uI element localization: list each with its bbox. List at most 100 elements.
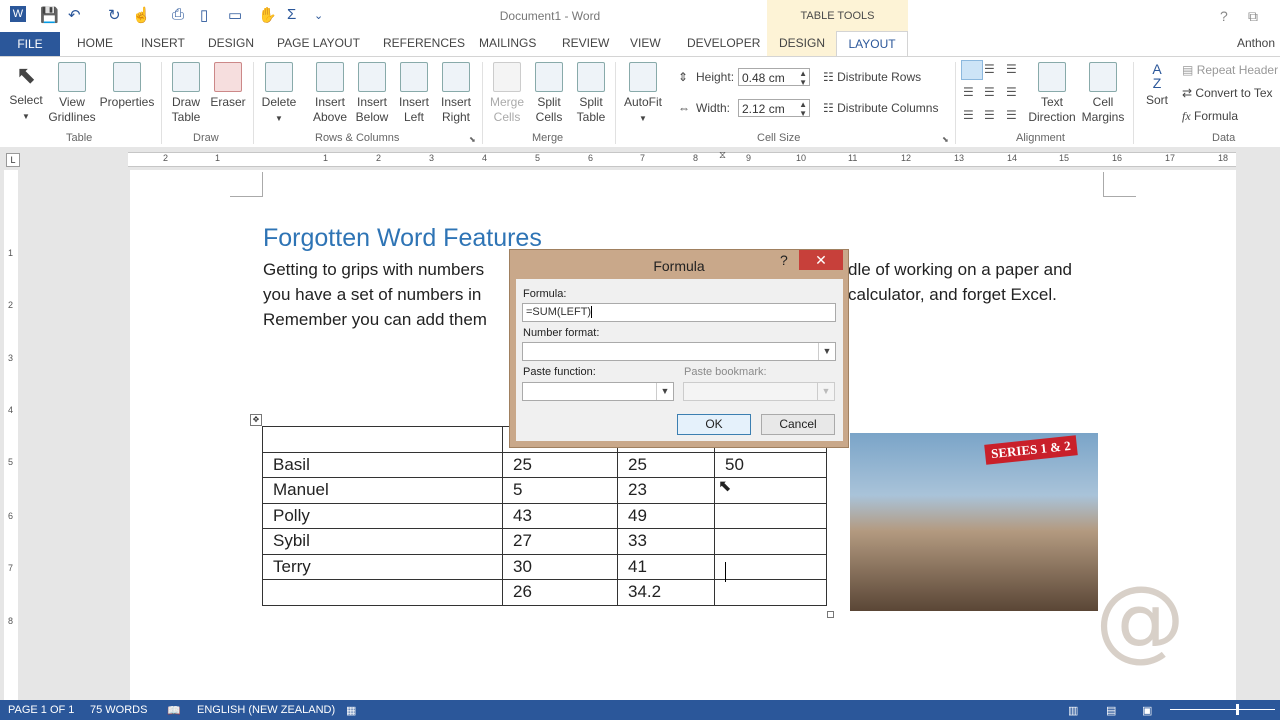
spinner-arrows-icon[interactable]: ▲ ▼	[799, 69, 807, 87]
tab-references[interactable]: REFERENCES	[383, 36, 465, 50]
paste-bookmark-select[interactable]: ▼	[683, 382, 835, 401]
height-spinner[interactable]: 0.48 cm ▲ ▼	[738, 68, 810, 87]
merge-cells-button[interactable]: Merge Cells	[486, 62, 528, 125]
web-layout-icon[interactable]: ▣	[1142, 704, 1152, 717]
split-table-button[interactable]: Split Table	[570, 62, 612, 125]
chevron-down-icon[interactable]: ▼	[817, 383, 834, 400]
body-text-line[interactable]: calculator, and forget Excel.	[848, 285, 1057, 305]
horizontal-ruler[interactable]	[128, 152, 1236, 167]
touch-icon[interactable]: ☝	[132, 6, 151, 24]
body-text-line[interactable]: Getting to grips with numbers	[263, 260, 484, 280]
table-cell[interactable]: 50	[714, 451, 827, 478]
insert-left-button[interactable]: Insert Left	[392, 62, 436, 125]
spinner-arrows-icon[interactable]: ▲ ▼	[799, 100, 807, 118]
word-count-status[interactable]: 75 WORDS	[90, 704, 147, 716]
align-bottom-left-button[interactable]: ☰	[963, 108, 974, 122]
dialog-close-button[interactable]: ✕	[799, 250, 843, 270]
tab-view[interactable]: VIEW	[630, 36, 661, 50]
language-status[interactable]: ENGLISH (NEW ZEALAND)	[197, 704, 335, 716]
undo-icon[interactable]: ↶	[68, 6, 81, 24]
dialog-launcher-icon[interactable]: ⬊	[942, 135, 949, 144]
table-cell[interactable]	[714, 553, 827, 580]
zoom-slider-thumb[interactable]	[1236, 704, 1239, 715]
autofit-button[interactable]: AutoFit ▼	[620, 62, 666, 126]
table-resize-handle[interactable]	[827, 611, 834, 618]
delete-button[interactable]: Delete ▼	[258, 62, 300, 126]
align-top-center-button[interactable]: ☰	[984, 62, 995, 76]
tab-developer[interactable]: DEVELOPER	[687, 36, 760, 50]
indent-marker-icon[interactable]: ⧖	[719, 150, 726, 161]
table-cell[interactable]: 25	[617, 451, 715, 478]
redo-icon[interactable]: ↻	[108, 6, 121, 24]
number-format-select[interactable]: ▼	[522, 342, 836, 361]
page-count-status[interactable]: PAGE 1 OF 1	[8, 704, 74, 716]
table-cell[interactable]: 5	[502, 477, 618, 504]
dialog-help-button[interactable]: ?	[780, 252, 788, 268]
table-cell[interactable]: 33	[617, 528, 715, 555]
paste-function-select[interactable]: ▼	[522, 382, 674, 401]
convert-to-text-button[interactable]: ⇄ Convert to Tex	[1182, 86, 1273, 100]
data-table[interactable]: Basil 25 25 50 Manuel 5 23 Polly 43 49 S…	[262, 426, 827, 606]
table-cell[interactable]: Basil	[262, 451, 503, 478]
table-cell[interactable]: 30	[502, 553, 618, 580]
formula-button[interactable]: fx Formula	[1182, 109, 1238, 124]
insert-below-button[interactable]: Insert Below	[350, 62, 394, 125]
document-heading[interactable]: Forgotten Word Features	[263, 224, 542, 253]
table-cell[interactable]	[714, 579, 827, 606]
save-icon[interactable]: 💾	[40, 6, 59, 24]
eraser-button[interactable]: Eraser	[208, 62, 248, 110]
sum-icon[interactable]: Σ	[287, 6, 296, 23]
body-text-line[interactable]: Remember you can add them	[263, 310, 487, 330]
formula-input[interactable]: =SUM(LEFT)	[522, 303, 836, 322]
table-cell[interactable]: 41	[617, 553, 715, 580]
sort-button[interactable]: AZ Sort	[1140, 62, 1174, 108]
tab-table-layout[interactable]: LAYOUT	[836, 31, 908, 57]
tab-mailings[interactable]: MAILINGS	[479, 36, 536, 50]
help-button[interactable]: ?	[1220, 8, 1228, 24]
dialog-launcher-icon[interactable]: ⬊	[469, 135, 476, 144]
repeat-header-rows-button[interactable]: ▤ Repeat Header	[1182, 63, 1278, 77]
align-center-left-button[interactable]: ☰	[963, 85, 974, 99]
table-cell[interactable]	[262, 579, 503, 606]
distribute-columns-button[interactable]: ☷ Distribute Columns	[823, 101, 938, 115]
table-cell[interactable]: 23	[617, 477, 715, 504]
print-icon[interactable]: ⎙	[172, 6, 184, 23]
tab-design[interactable]: DESIGN	[208, 36, 254, 50]
word-app-icon[interactable]: W	[10, 6, 26, 22]
table-cell[interactable]	[714, 502, 827, 529]
inserted-photo[interactable]	[850, 433, 1098, 611]
split-cells-button[interactable]: Split Cells	[528, 62, 570, 125]
table-move-handle-icon[interactable]: ✥	[250, 414, 262, 426]
cancel-button[interactable]: Cancel	[761, 414, 835, 435]
table-cell[interactable]: 25	[502, 451, 618, 478]
select-button[interactable]: ⬉ Select ▼	[6, 62, 46, 124]
insert-above-button[interactable]: Insert Above	[308, 62, 352, 125]
table-cell[interactable]: Polly	[262, 502, 503, 529]
text-direction-button[interactable]: Text Direction	[1026, 62, 1078, 125]
table-cell[interactable]: 27	[502, 528, 618, 555]
align-top-left-button[interactable]	[961, 60, 983, 80]
tab-table-design[interactable]: DESIGN	[779, 36, 825, 50]
tab-insert[interactable]: INSERT	[141, 36, 185, 50]
table-cell[interactable]: 43	[502, 502, 618, 529]
table-cell[interactable]: 34.2	[617, 579, 715, 606]
customize-quick-access-icon[interactable]: ⌄	[314, 9, 323, 22]
align-bottom-right-button[interactable]: ☰	[1006, 108, 1017, 122]
macro-record-icon[interactable]: ▦	[346, 704, 356, 717]
body-text-line[interactable]: you have a set of numbers in	[263, 285, 481, 305]
chevron-down-icon[interactable]: ▼	[818, 343, 835, 360]
table-cell[interactable]: Manuel	[262, 477, 503, 504]
tab-home[interactable]: HOME	[77, 36, 113, 50]
print-layout-icon[interactable]: ▤	[1106, 704, 1116, 717]
new-doc-icon[interactable]: ▯	[200, 6, 208, 24]
view-gridlines-button[interactable]: View Gridlines	[48, 62, 96, 125]
proofing-icon[interactable]: 📖	[167, 704, 181, 717]
body-text-line[interactable]: dle of working on a paper and	[848, 260, 1072, 280]
hand-icon[interactable]: ✋	[258, 6, 277, 24]
tab-file[interactable]: FILE	[0, 32, 60, 56]
zoom-slider[interactable]	[1170, 709, 1275, 710]
table-cell[interactable]: 26	[502, 579, 618, 606]
tab-page-layout[interactable]: PAGE LAYOUT	[277, 36, 360, 50]
tab-selector-icon[interactable]: L	[6, 153, 20, 167]
tab-review[interactable]: REVIEW	[562, 36, 609, 50]
